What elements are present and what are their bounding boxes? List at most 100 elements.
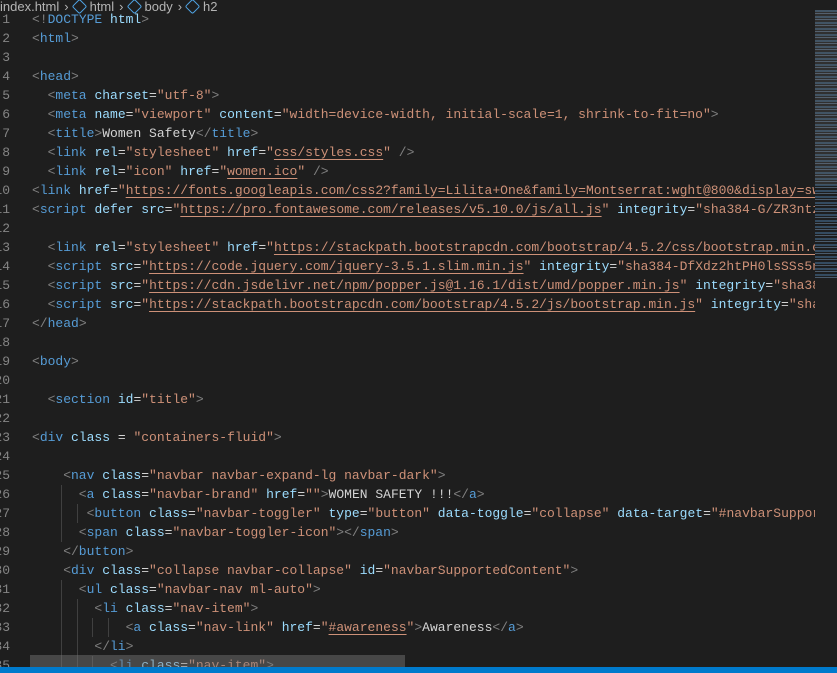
code-token: defer xyxy=(94,202,134,217)
code-line[interactable]: 25 <nav class="navbar navbar-expand-lg na… xyxy=(0,466,815,485)
line-number: 25 xyxy=(0,468,10,483)
line-number: 30 xyxy=(0,563,10,578)
minimap-slider[interactable] xyxy=(815,10,837,185)
code-text: <meta name="viewport" content="width=dev… xyxy=(48,105,719,124)
indent-guide xyxy=(61,618,63,637)
code-line[interactable]: 11 <script defer src="https://pro.fontawe… xyxy=(0,200,815,219)
code-line[interactable]: 7 <title>Women Safety</title> xyxy=(0,124,815,143)
code-token: class xyxy=(102,468,142,483)
code-line[interactable]: 21 <section id="title"> xyxy=(0,390,815,409)
code-line[interactable]: 8 <link rel="stylesheet" href="css/styles… xyxy=(0,143,815,162)
code-token: " xyxy=(117,183,126,198)
code-line[interactable]: 5 <meta charset="utf-8"> xyxy=(0,86,815,105)
code-token: = xyxy=(141,468,150,483)
code-line[interactable]: 24 xyxy=(0,447,815,466)
code-token: content xyxy=(219,107,274,122)
code-token[interactable]: https://stackpath.bootstrapcdn.com/boots… xyxy=(274,240,815,255)
code-token[interactable]: #awareness xyxy=(329,620,407,635)
code-line[interactable]: 6 <meta name="viewport" content="width=de… xyxy=(0,105,815,124)
code-token[interactable]: women.ico xyxy=(227,164,297,179)
code-line[interactable]: 18 xyxy=(0,333,815,352)
code-line[interactable]: 10 <link href="https://fonts.googleapis.c… xyxy=(0,181,815,200)
code-line[interactable]: 33<a class="nav-link" href="#awareness">… xyxy=(0,618,815,637)
code-line[interactable]: 23 <div class = "containers-fluid"> xyxy=(0,428,815,447)
code-token: "nav-link" xyxy=(195,620,274,635)
code-line[interactable]: 19 <body> xyxy=(0,352,815,371)
code-text: <link href="https://fonts.googleapis.com… xyxy=(32,181,815,200)
code-token[interactable]: css/styles.css xyxy=(274,145,383,160)
code-line[interactable]: 14 <script src="https://code.jquery.com/j… xyxy=(0,257,815,276)
code-token: integrity xyxy=(710,297,781,312)
code-token: </ xyxy=(453,487,469,502)
code-line[interactable]: 31 <ul class="navbar-nav ml-auto"> xyxy=(0,580,815,599)
breadcrumb-body[interactable]: body xyxy=(145,0,173,14)
breadcrumb-file[interactable]: index.html xyxy=(0,0,59,14)
code-token: > xyxy=(710,107,719,122)
code-line[interactable]: 34 </li> xyxy=(0,637,815,656)
breadcrumb-html[interactable]: html xyxy=(90,0,115,14)
code-token: = xyxy=(110,183,118,198)
code-token: script xyxy=(39,202,87,217)
code-token[interactable]: https://code.jquery.com/jquery-3.5.1.sli… xyxy=(149,259,523,274)
code-token: type xyxy=(328,506,360,521)
code-line[interactable]: 16<script src="https://stackpath.bootstr… xyxy=(0,295,815,314)
code-token: integrity xyxy=(695,278,766,293)
code-token: = xyxy=(703,506,711,521)
code-token: head xyxy=(47,316,79,331)
code-token: > xyxy=(211,88,220,103)
code-token: li xyxy=(110,639,126,654)
code-line[interactable]: 4 <head> xyxy=(0,67,815,86)
code-token: /> xyxy=(312,164,329,179)
horizontal-scrollbar[interactable] xyxy=(30,655,405,667)
code-line[interactable]: 32 <li class="nav-item"> xyxy=(0,599,815,618)
code-token: a xyxy=(508,620,516,635)
code-line[interactable]: 12 xyxy=(0,219,815,238)
breadcrumb: index.html › html › body › h2 xyxy=(0,0,218,14)
code-line[interactable]: 26<a class="navbar-brand" href="">WOMEN … xyxy=(0,485,815,504)
code-line[interactable]: 22 xyxy=(0,409,815,428)
code-token[interactable]: https://fonts.googleapis.com/css2?family… xyxy=(126,183,815,198)
code-token: "utf-8" xyxy=(156,88,212,103)
code-token: "stylesheet" xyxy=(125,145,220,160)
code-token: < xyxy=(32,31,40,46)
line-number: 7 xyxy=(2,126,10,141)
code-text: <html> xyxy=(32,29,79,48)
code-token: rel xyxy=(94,240,118,255)
code-line[interactable]: 9 <link rel="icon" href="women.ico" /> xyxy=(0,162,815,181)
code-token: = xyxy=(781,297,789,312)
code-token: "sha384-DfXdz2htPH0lsSSs5nC xyxy=(617,259,815,274)
code-line[interactable]: 29 </button> xyxy=(0,542,815,561)
code-token: nav xyxy=(71,468,95,483)
code-token: > xyxy=(125,544,134,559)
code-line[interactable]: 2 <html> xyxy=(0,29,815,48)
code-line[interactable]: 28<span class="navbar-toggler-icon"></sp… xyxy=(0,523,815,542)
breadcrumb-h2[interactable]: h2 xyxy=(203,0,217,14)
line-number: 10 xyxy=(0,183,10,198)
code-token[interactable]: https://stackpath.bootstrapcdn.com/boots… xyxy=(149,297,695,312)
code-text: <title>Women Safety</title> xyxy=(48,124,259,143)
code-line[interactable]: 3 xyxy=(0,48,815,67)
code-line[interactable]: 30 <div class="collapse navbar-collapse" … xyxy=(0,561,815,580)
code-line[interactable]: 15 <script src="https://cdn.jsdelivr.net/… xyxy=(0,276,815,295)
code-text: <a class="navbar-brand" href="">WOMEN SA… xyxy=(79,485,485,504)
code-line[interactable]: 13 <link rel="stylesheet" href="https://s… xyxy=(0,238,815,257)
code-text: </button> xyxy=(63,542,133,561)
code-editor[interactable]: 1 <!DOCTYPE html> 2 <html> 3 4 <head> 5 <meta ch… xyxy=(0,10,815,667)
code-token: "#navbarSupport xyxy=(710,506,815,521)
code-token: " xyxy=(141,259,150,274)
code-line[interactable]: 27 <button class="navbar-toggler" type="b… xyxy=(0,504,815,523)
code-line[interactable]: 17 </head> xyxy=(0,314,815,333)
code-token[interactable]: https://pro.fontawesome.com/releases/v5.… xyxy=(180,202,601,217)
code-token: id xyxy=(117,392,134,407)
code-token: span xyxy=(86,525,118,540)
code-token: id xyxy=(359,563,376,578)
code-token[interactable]: https://cdn.jsdelivr.net/npm/popper.js@1… xyxy=(149,278,680,293)
code-token: < xyxy=(32,430,40,445)
code-token: = xyxy=(188,620,196,635)
code-line[interactable]: 20 xyxy=(0,371,815,390)
line-number: 12 xyxy=(0,221,10,236)
